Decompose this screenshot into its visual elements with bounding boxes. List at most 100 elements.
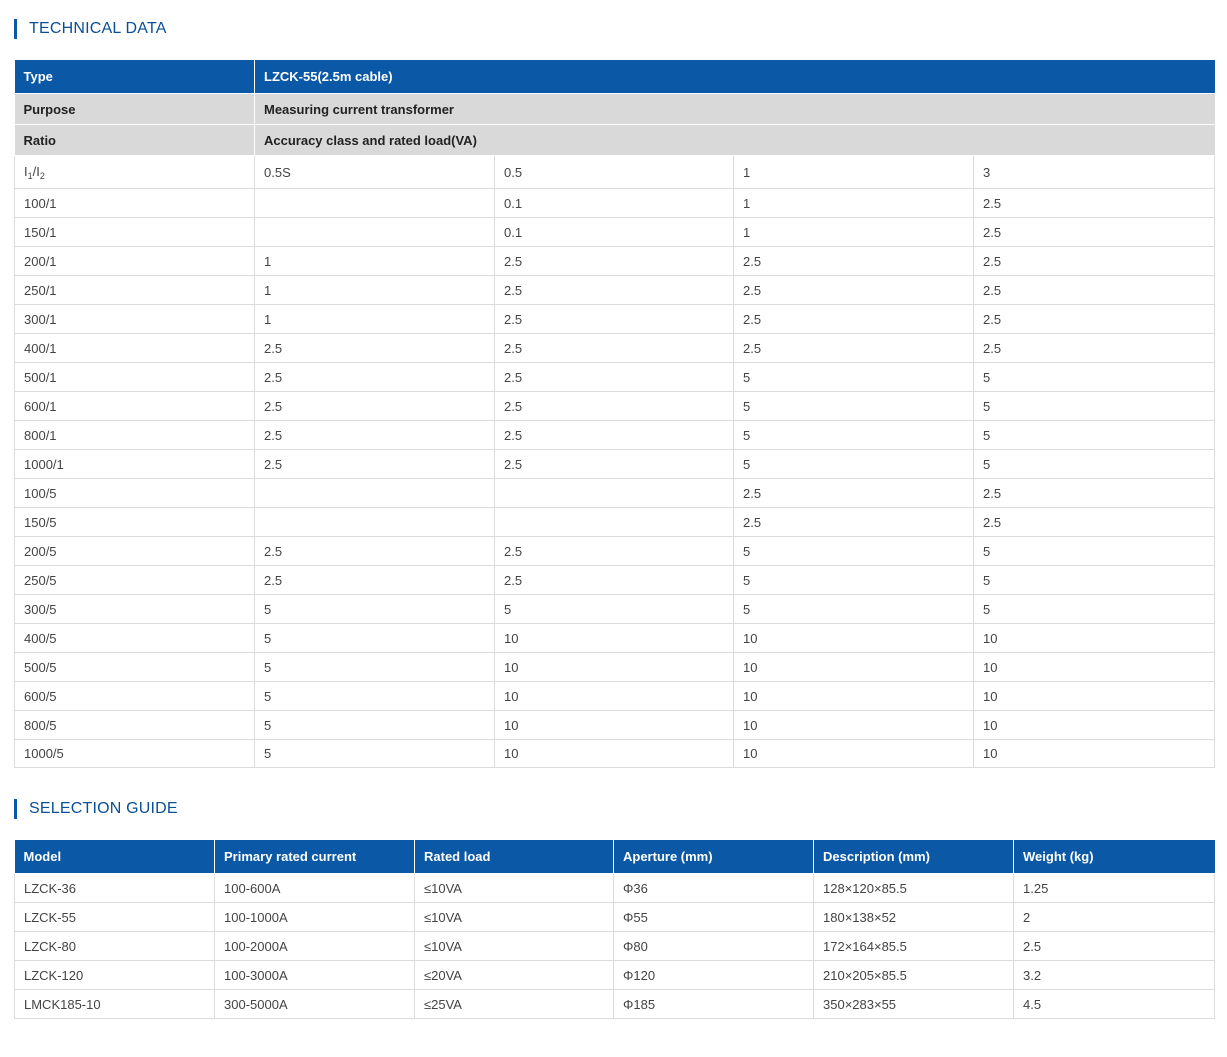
- table-row: 800/1 2.5 2.5 5 5: [14, 420, 1216, 450]
- table-cell: Φ80: [613, 931, 814, 961]
- type-value: LZCK-55(2.5m cable): [253, 60, 1215, 94]
- rated-load-cell: 5: [972, 391, 1216, 421]
- table-row: 300/5 5 5 5 5: [14, 594, 1216, 624]
- rated-load-cell: 5: [733, 420, 974, 450]
- purpose-value: Measuring current transformer: [253, 93, 1215, 125]
- rated-load-cell: 5: [972, 536, 1216, 566]
- rated-load-cell: 5: [972, 594, 1216, 624]
- table-cell: ≤10VA: [414, 931, 614, 961]
- table-cell: 172×164×85.5: [813, 931, 1014, 961]
- table-row: LZCK-55 100-1000A ≤10VA Φ55 180×138×52 2: [14, 902, 1215, 932]
- rated-load-cell: 5: [972, 362, 1216, 392]
- rated-load-cell: 10: [733, 739, 974, 768]
- table-row: 600/5 5 10 10 10: [14, 681, 1216, 711]
- rated-load-cell: 10: [972, 710, 1216, 740]
- i1-i2-label: I1/I2: [14, 155, 255, 189]
- ratio-value: Accuracy class and rated load(VA): [253, 124, 1215, 156]
- rated-load-cell: 1: [254, 246, 495, 276]
- rated-load-cell: 5: [733, 362, 974, 392]
- rated-load-cell: 2.5: [972, 217, 1216, 247]
- table-row: 200/1 1 2.5 2.5 2.5: [14, 246, 1216, 276]
- ratio-cell: 200/5: [14, 536, 255, 566]
- table-row: 500/5 5 10 10 10: [14, 652, 1216, 682]
- rated-load-cell: 2.5: [733, 246, 974, 276]
- rated-load-cell: 10: [733, 710, 974, 740]
- column-header: Rated load: [414, 840, 614, 874]
- ratio-cell: 1000/1: [14, 449, 255, 479]
- rated-load-cell: 5: [254, 681, 495, 711]
- ratio-cell: 250/1: [14, 275, 255, 305]
- table-cell: 210×205×85.5: [813, 960, 1014, 990]
- accuracy-class-row: I1/I2 0.5S 0.5 1 3: [14, 155, 1216, 189]
- table-row: 500/1 2.5 2.5 5 5: [14, 362, 1216, 392]
- table-cell: 2.5: [1013, 931, 1215, 961]
- table-row: 800/5 5 10 10 10: [14, 710, 1216, 740]
- rated-load-cell: 2.5: [972, 188, 1216, 218]
- table-cell: 350×283×55: [813, 989, 1014, 1019]
- rated-load-cell: 10: [972, 681, 1216, 711]
- table-cell: Φ36: [613, 873, 814, 903]
- table-cell: Φ185: [613, 989, 814, 1019]
- rated-load-cell: 10: [733, 681, 974, 711]
- rated-load-cell: 2.5: [254, 420, 495, 450]
- table-row: LZCK-36 100-600A ≤10VA Φ36 128×120×85.5 1.25: [14, 873, 1215, 903]
- rated-load-cell: [254, 478, 495, 508]
- rated-load-cell: 2.5: [494, 449, 734, 479]
- rated-load-cell: 5: [733, 536, 974, 566]
- table-cell: Φ55: [613, 902, 814, 932]
- table-row: 600/1 2.5 2.5 5 5: [14, 391, 1216, 421]
- rated-load-cell: 2.5: [254, 362, 495, 392]
- rated-load-cell: [494, 507, 734, 537]
- rated-load-cell: 2.5: [733, 478, 974, 508]
- table-cell: Φ120: [613, 960, 814, 990]
- class-0-5: 0.5: [494, 155, 734, 189]
- table-row: 150/5 2.5 2.5: [14, 507, 1216, 537]
- rated-load-cell: 2.5: [494, 536, 734, 566]
- ratio-row: Ratio Accuracy class and rated load(VA): [14, 124, 1215, 156]
- rated-load-cell: 5: [733, 594, 974, 624]
- rated-load-cell: [254, 507, 495, 537]
- rated-load-cell: 2.5: [254, 333, 495, 363]
- table-row: 200/5 2.5 2.5 5 5: [14, 536, 1216, 566]
- rated-load-cell: 0.1: [494, 217, 734, 247]
- table-cell: 100-3000A: [214, 960, 415, 990]
- i2-subscript: 2: [39, 170, 45, 181]
- rated-load-cell: 10: [972, 652, 1216, 682]
- rated-load-cell: 10: [494, 710, 734, 740]
- rated-load-cell: 2.5: [494, 362, 734, 392]
- rated-load-cell: 5: [254, 652, 495, 682]
- ratio-cell: 500/5: [14, 652, 255, 682]
- rated-load-cell: 10: [494, 739, 734, 768]
- table-row: LZCK-120 100-3000A ≤20VA Φ120 210×205×85.5 3.…: [14, 960, 1215, 990]
- rated-load-cell: 2.5: [733, 507, 974, 537]
- rated-load-cell: 5: [733, 565, 974, 595]
- rated-load-cell: 2.5: [972, 246, 1216, 276]
- table-row: 1000/1 2.5 2.5 5 5: [14, 449, 1216, 479]
- table-row: 400/5 5 10 10 10: [14, 623, 1216, 653]
- table-row: 250/5 2.5 2.5 5 5: [14, 565, 1216, 595]
- table-row: LMCK185-10 300-5000A ≤25VA Φ185 350×283×55 4.…: [14, 989, 1215, 1019]
- ratio-cell: 600/1: [14, 391, 255, 421]
- rated-load-cell: 10: [494, 623, 734, 653]
- rated-load-cell: 5: [733, 391, 974, 421]
- rated-load-cell: 2.5: [494, 246, 734, 276]
- rated-load-cell: 5: [494, 594, 734, 624]
- purpose-label: Purpose: [14, 93, 255, 125]
- rated-load-cell: 2.5: [254, 536, 495, 566]
- table-cell: 1.25: [1013, 873, 1215, 903]
- table-cell: 180×138×52: [813, 902, 1014, 932]
- rated-load-cell: 2.5: [733, 275, 974, 305]
- rated-load-cell: [254, 188, 495, 218]
- column-header: Aperture (mm): [613, 840, 814, 874]
- rated-load-cell: 2.5: [733, 304, 974, 334]
- table-cell: 300-5000A: [214, 989, 415, 1019]
- rated-load-cell: 0.1: [494, 188, 734, 218]
- rated-load-cell: 10: [494, 652, 734, 682]
- rated-load-cell: 2.5: [254, 391, 495, 421]
- ratio-cell: 100/5: [14, 478, 255, 508]
- rated-load-cell: 2.5: [494, 420, 734, 450]
- column-header: Description (mm): [813, 840, 1014, 874]
- rated-load-cell: 2.5: [494, 333, 734, 363]
- table-cell: ≤25VA: [414, 989, 614, 1019]
- technical-data-title: TECHNICAL DATA: [14, 19, 167, 39]
